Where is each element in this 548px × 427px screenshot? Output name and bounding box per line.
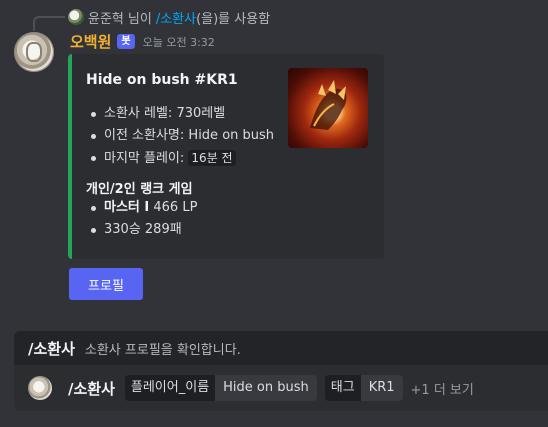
- rank-tier: 마스터 I: [104, 200, 150, 215]
- option-player-name[interactable]: 플레이어_이름 Hide on bush: [124, 375, 317, 401]
- slash-command-panel: /소환사 소환사 프로필을 확인합니다. /소환사 플레이어_이름 Hide o…: [14, 331, 548, 411]
- reply-connector: [33, 16, 65, 31]
- reply-suffix: 님이: [127, 11, 152, 27]
- previous-name-value: Hide on bush: [188, 128, 275, 143]
- reply-trail: (을)를 사용함: [196, 11, 271, 27]
- rank-emblem-thumbnail[interactable]: [288, 68, 368, 148]
- summoner-info-list: 소환사 레벨: 730레벨 이전 소환사명: Hide on bush 마지막 …: [86, 103, 274, 169]
- rank-lp: 466 LP: [153, 200, 198, 215]
- level-value: 730레벨: [176, 106, 226, 121]
- list-item: 마스터 I 466 LP: [86, 197, 197, 219]
- rank-list: 마스터 I 466 LP 330승 289패: [86, 197, 197, 241]
- command-input-row[interactable]: /소환사 플레이어_이름 Hide on bush 태그 KR1 +1 더 보기: [28, 375, 474, 401]
- rank-heading: 개인/2인 랭크 게임: [86, 182, 193, 197]
- list-item: 마지막 플레이: 16분 전: [86, 147, 274, 169]
- claw-icon: [310, 80, 347, 130]
- rank-record: 330승 289패: [104, 222, 182, 237]
- bot-avatar[interactable]: [14, 32, 54, 72]
- command-name: /소환사: [28, 339, 75, 358]
- row-command-name: /소환사: [68, 379, 115, 398]
- previous-name-label: 이전 소환사명:: [104, 128, 185, 143]
- list-item: 330승 289패: [86, 219, 197, 241]
- bot-avatar-small: [28, 376, 52, 400]
- last-played-value: 16분 전: [188, 150, 236, 166]
- embed-title: Hide on bush #KR1: [86, 72, 238, 88]
- message-header: 오백원 봇 오늘 오전 3:32: [70, 31, 215, 52]
- option-tag[interactable]: 태그 KR1: [324, 375, 403, 401]
- reply-context[interactable]: 윤준혁 님이 /소환사 (을)를 사용함: [68, 8, 271, 27]
- message-timestamp: 오늘 오전 3:32: [142, 35, 215, 49]
- reply-command-link[interactable]: /소환사: [156, 8, 196, 27]
- last-played-label: 마지막 플레이:: [104, 151, 185, 166]
- option-name: 태그: [324, 375, 361, 401]
- bot-badge: 봇: [117, 34, 135, 49]
- summoner-embed: Hide on bush #KR1 소환사 레벨: 730레벨 이전 소환사명:…: [68, 54, 384, 259]
- profile-button[interactable]: 프로필: [69, 268, 143, 300]
- reply-username[interactable]: 윤준혁: [88, 8, 124, 27]
- list-item: 이전 소환사명: Hide on bush: [86, 125, 274, 147]
- bot-username[interactable]: 오백원: [70, 31, 111, 52]
- option-value[interactable]: KR1: [360, 375, 403, 401]
- reply-avatar[interactable]: [68, 9, 84, 25]
- command-header: /소환사 소환사 프로필을 확인합니다.: [14, 331, 548, 365]
- show-more-options[interactable]: +1 더 보기: [411, 379, 474, 398]
- option-name: 플레이어_이름: [124, 375, 216, 401]
- level-label: 소환사 레벨:: [104, 106, 173, 121]
- list-item: 소환사 레벨: 730레벨: [86, 103, 274, 125]
- option-value[interactable]: Hide on bush: [215, 375, 317, 401]
- command-description: 소환사 프로필을 확인합니다.: [84, 342, 241, 358]
